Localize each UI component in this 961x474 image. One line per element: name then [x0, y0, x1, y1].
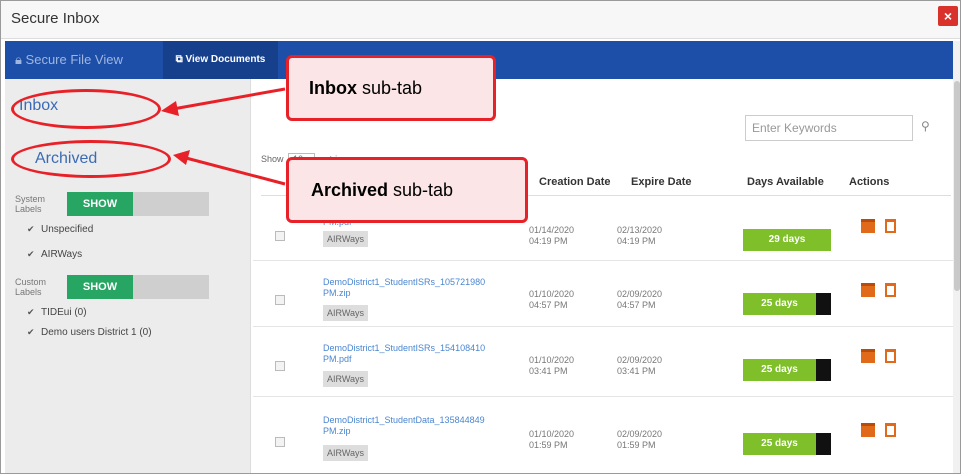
archived-arrow [185, 156, 286, 186]
secure-inbox-window: Secure Inbox × 🔒︎ Secure File View ⧉ Vie… [0, 0, 961, 474]
archived-callout: Archived sub-tab [286, 157, 528, 223]
callout-bold: Archived [311, 179, 389, 200]
archived-arrowhead [173, 150, 190, 165]
callout-text: sub-tab [393, 179, 454, 200]
inbox-arrowhead [161, 101, 179, 116]
inbox-arrow [172, 87, 286, 111]
inbox-callout: Inbox sub-tab [286, 55, 496, 121]
callout-bold: Inbox [309, 77, 357, 98]
callout-text: sub-tab [362, 77, 423, 98]
